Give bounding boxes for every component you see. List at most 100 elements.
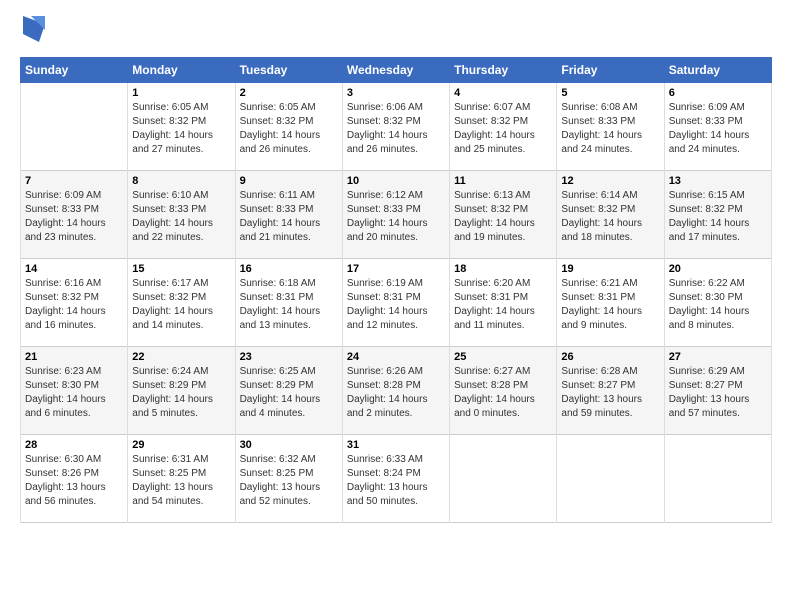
day-cell: 27 Sunrise: 6:29 AMSunset: 8:27 PMDayligh… [664,347,771,435]
day-cell: 8Sunrise: 6:10 AMSunset: 8:33 PMDaylight… [128,171,235,259]
day-info: Sunrise: 6:08 AMSunset: 8:33 PMDaylight:… [561,101,659,157]
day-number: 16 [240,263,338,275]
day-cell: 31Sunrise: 6:33 AMSunset: 8:24 PMDayligh… [342,435,449,523]
day-cell: 23 Sunrise: 6:25 AMSunset: 8:29 PMDayligh… [235,347,342,435]
day-info: Sunrise: 6:21 AMSunset: 8:31 PMDaylight:… [561,277,659,333]
day-info: Sunrise: 6:15 AMSunset: 8:32 PMDaylight:… [669,189,767,245]
day-number: 29 [132,439,230,451]
day-info: Sunrise: 6:12 AMSunset: 8:33 PMDaylight:… [347,189,445,245]
day-number: 21 [25,351,123,363]
day-number: 5 [561,87,659,99]
day-number: 9 [240,175,338,187]
day-number: 30 [240,439,338,451]
day-info: Sunrise: 6:09 AMSunset: 8:33 PMDaylight:… [25,189,123,245]
day-info: Sunrise: 6:19 AMSunset: 8:31 PMDaylight:… [347,277,445,333]
week-row-3: 21 Sunrise: 6:23 AMSunset: 8:30 PMDayligh… [21,347,772,435]
day-cell: 9 Sunrise: 6:11 AMSunset: 8:33 PMDaylight… [235,171,342,259]
day-info: Sunrise: 6:31 AMSunset: 8:25 PMDaylight:… [132,453,230,509]
header-friday: Friday [557,58,664,83]
day-info: Sunrise: 6:20 AMSunset: 8:31 PMDaylight:… [454,277,552,333]
day-cell: 19 Sunrise: 6:21 AMSunset: 8:31 PMDayligh… [557,259,664,347]
day-info: Sunrise: 6:09 AMSunset: 8:33 PMDaylight:… [669,101,767,157]
day-number: 23 [240,351,338,363]
day-number: 4 [454,87,552,99]
day-info: Sunrise: 6:17 AMSunset: 8:32 PMDaylight:… [132,277,230,333]
day-cell: 16 Sunrise: 6:18 AMSunset: 8:31 PMDayligh… [235,259,342,347]
day-info: Sunrise: 6:25 AMSunset: 8:29 PMDaylight:… [240,365,338,421]
day-cell: 14 Sunrise: 6:16 AMSunset: 8:32 PMDayligh… [21,259,128,347]
day-cell: 4 Sunrise: 6:07 AMSunset: 8:32 PMDaylight… [450,83,557,171]
day-number: 13 [669,175,767,187]
header-wednesday: Wednesday [342,58,449,83]
day-info: Sunrise: 6:26 AMSunset: 8:28 PMDaylight:… [347,365,445,421]
header-tuesday: Tuesday [235,58,342,83]
day-cell: 20Sunrise: 6:22 AMSunset: 8:30 PMDayligh… [664,259,771,347]
day-number: 24 [347,351,445,363]
day-number: 31 [347,439,445,451]
day-cell: 30 Sunrise: 6:32 AMSunset: 8:25 PMDayligh… [235,435,342,523]
day-info: Sunrise: 6:23 AMSunset: 8:30 PMDaylight:… [25,365,123,421]
day-info: Sunrise: 6:16 AMSunset: 8:32 PMDaylight:… [25,277,123,333]
page: SundayMondayTuesdayWednesdayThursdayFrid… [0,0,792,533]
calendar-header-row: SundayMondayTuesdayWednesdayThursdayFrid… [21,58,772,83]
day-cell: 22Sunrise: 6:24 AMSunset: 8:29 PMDayligh… [128,347,235,435]
day-cell: 3Sunrise: 6:06 AMSunset: 8:32 PMDaylight… [342,83,449,171]
day-cell: 10 Sunrise: 6:12 AMSunset: 8:33 PMDayligh… [342,171,449,259]
day-info: Sunrise: 6:06 AMSunset: 8:32 PMDaylight:… [347,101,445,157]
day-number: 20 [669,263,767,275]
day-number: 11 [454,175,552,187]
day-cell: 11 Sunrise: 6:13 AMSunset: 8:32 PMDayligh… [450,171,557,259]
day-cell: 28 Sunrise: 6:30 AMSunset: 8:26 PMDayligh… [21,435,128,523]
day-info: Sunrise: 6:05 AMSunset: 8:32 PMDaylight:… [240,101,338,157]
day-number: 17 [347,263,445,275]
day-number: 14 [25,263,123,275]
day-info: Sunrise: 6:07 AMSunset: 8:32 PMDaylight:… [454,101,552,157]
day-number: 1 [132,87,230,99]
day-cell: 18 Sunrise: 6:20 AMSunset: 8:31 PMDayligh… [450,259,557,347]
day-info: Sunrise: 6:05 AMSunset: 8:32 PMDaylight:… [132,101,230,157]
day-info: Sunrise: 6:30 AMSunset: 8:26 PMDaylight:… [25,453,123,509]
day-cell: 5 Sunrise: 6:08 AMSunset: 8:33 PMDaylight… [557,83,664,171]
day-number: 6 [669,87,767,99]
day-number: 10 [347,175,445,187]
day-cell: 21 Sunrise: 6:23 AMSunset: 8:30 PMDayligh… [21,347,128,435]
week-row-4: 28 Sunrise: 6:30 AMSunset: 8:26 PMDayligh… [21,435,772,523]
week-row-1: 7 Sunrise: 6:09 AMSunset: 8:33 PMDaylight… [21,171,772,259]
day-cell: 26Sunrise: 6:28 AMSunset: 8:27 PMDayligh… [557,347,664,435]
header-thursday: Thursday [450,58,557,83]
week-row-0: 1 Sunrise: 6:05 AMSunset: 8:32 PMDaylight… [21,83,772,171]
day-number: 2 [240,87,338,99]
header-monday: Monday [128,58,235,83]
day-number: 28 [25,439,123,451]
day-cell [21,83,128,171]
day-number: 26 [561,351,659,363]
header-saturday: Saturday [664,58,771,83]
day-info: Sunrise: 6:11 AMSunset: 8:33 PMDaylight:… [240,189,338,245]
calendar-table: SundayMondayTuesdayWednesdayThursdayFrid… [20,57,772,523]
day-number: 19 [561,263,659,275]
week-row-2: 14 Sunrise: 6:16 AMSunset: 8:32 PMDayligh… [21,259,772,347]
day-number: 18 [454,263,552,275]
day-cell: 12Sunrise: 6:14 AMSunset: 8:32 PMDayligh… [557,171,664,259]
day-number: 25 [454,351,552,363]
day-info: Sunrise: 6:29 AMSunset: 8:27 PMDaylight:… [669,365,767,421]
day-number: 22 [132,351,230,363]
header-sunday: Sunday [21,58,128,83]
day-info: Sunrise: 6:13 AMSunset: 8:32 PMDaylight:… [454,189,552,245]
day-number: 12 [561,175,659,187]
day-cell: 24 Sunrise: 6:26 AMSunset: 8:28 PMDayligh… [342,347,449,435]
day-cell: 17 Sunrise: 6:19 AMSunset: 8:31 PMDayligh… [342,259,449,347]
day-cell: 2 Sunrise: 6:05 AMSunset: 8:32 PMDaylight… [235,83,342,171]
day-info: Sunrise: 6:32 AMSunset: 8:25 PMDaylight:… [240,453,338,509]
day-number: 8 [132,175,230,187]
day-cell: 13 Sunrise: 6:15 AMSunset: 8:32 PMDayligh… [664,171,771,259]
day-number: 27 [669,351,767,363]
day-info: Sunrise: 6:18 AMSunset: 8:31 PMDaylight:… [240,277,338,333]
day-cell: 7 Sunrise: 6:09 AMSunset: 8:33 PMDaylight… [21,171,128,259]
day-cell: 25 Sunrise: 6:27 AMSunset: 8:28 PMDayligh… [450,347,557,435]
day-number: 7 [25,175,123,187]
header [20,16,772,47]
day-info: Sunrise: 6:27 AMSunset: 8:28 PMDaylight:… [454,365,552,421]
day-cell [664,435,771,523]
day-cell [557,435,664,523]
